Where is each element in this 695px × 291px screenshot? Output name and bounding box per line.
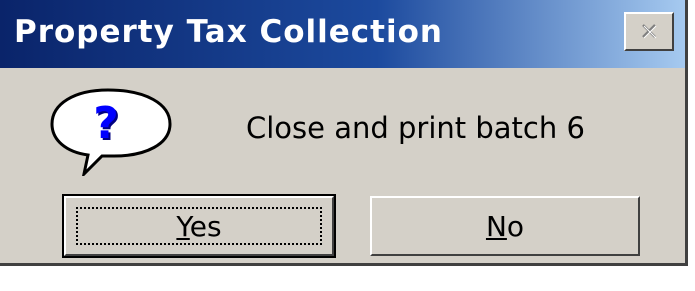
- no-mnemonic: N: [485, 209, 507, 243]
- message-dialog: Property Tax Collection ? ? Close and pr…: [0, 0, 688, 266]
- svg-text:?: ?: [93, 98, 119, 149]
- no-button-label: No: [486, 210, 524, 243]
- close-icon: [642, 24, 657, 39]
- yes-label-rest: es: [189, 209, 222, 243]
- yes-button-label: Yes: [176, 210, 221, 243]
- title-bar[interactable]: Property Tax Collection: [0, 0, 685, 68]
- close-button[interactable]: [624, 12, 674, 51]
- no-label-rest: o: [506, 209, 525, 243]
- yes-mnemonic: Y: [176, 209, 190, 243]
- yes-button[interactable]: Yes: [62, 194, 336, 258]
- window-title: Property Tax Collection: [14, 14, 443, 50]
- dialog-message: Close and print batch 6: [246, 111, 585, 145]
- no-button[interactable]: No: [370, 196, 640, 256]
- question-balloon-icon: ? ?: [46, 86, 176, 180]
